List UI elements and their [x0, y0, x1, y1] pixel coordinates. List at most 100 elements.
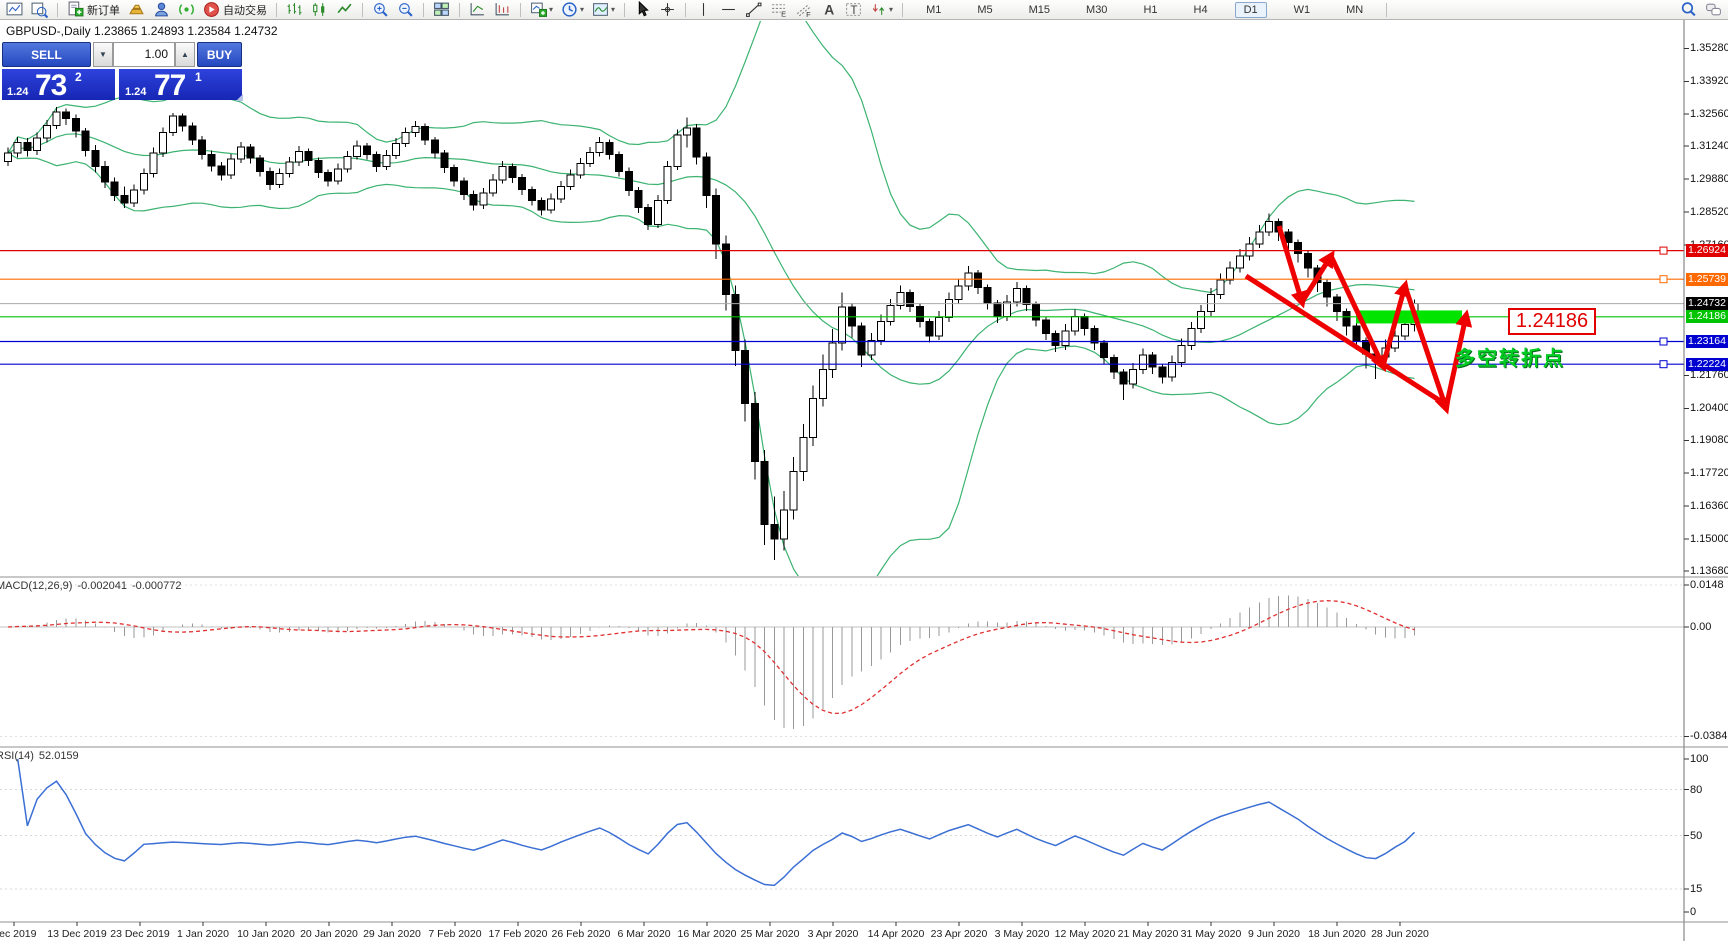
support-zone[interactable]: [1356, 310, 1462, 324]
chart-search-button[interactable]: [27, 0, 52, 20]
trendline-button[interactable]: [741, 0, 766, 20]
periods-button[interactable]: ▾: [557, 0, 588, 20]
annotation-text[interactable]: 多空转折点: [1455, 342, 1565, 371]
timeframe-m1-button[interactable]: M1: [917, 2, 950, 18]
date-label: 1 Jan 2020: [177, 928, 229, 940]
toolbar-separator: [57, 2, 58, 17]
bar-chart-button[interactable]: [282, 0, 307, 20]
price-level-label: 1.23164: [1686, 335, 1728, 348]
macd-signal-line: [7, 600, 1415, 715]
vertical-line-button[interactable]: [691, 0, 716, 20]
new-order-button[interactable]: 新订单: [63, 0, 124, 20]
navigator-icon: [495, 3, 509, 16]
templates-icon: [593, 3, 608, 16]
text-icon: A: [824, 1, 834, 17]
svg-text:T: T: [850, 4, 857, 17]
text-label-icon: T: [846, 3, 861, 17]
templates-button[interactable]: ▾: [588, 0, 619, 20]
line-handle[interactable]: [1659, 275, 1668, 284]
chat-button[interactable]: [1701, 0, 1726, 20]
chart-search-icon: [31, 2, 48, 18]
add-indicator-button[interactable]: ▾: [526, 0, 557, 20]
sell-quote-panel[interactable]: 1.24 73 2: [2, 69, 115, 100]
rsi-line: [16, 758, 1416, 887]
timeframe-m5-button[interactable]: M5: [968, 2, 1001, 18]
macd-pane[interactable]: [0, 584, 1684, 737]
crosshair-icon: [661, 3, 674, 16]
chart-canvas[interactable]: [0, 0, 1728, 941]
text-button[interactable]: A: [816, 0, 841, 20]
svg-text:A: A: [824, 1, 834, 17]
channel-button[interactable]: F: [791, 0, 816, 20]
line-chart-button[interactable]: [332, 0, 357, 20]
horizontal-line-icon: [722, 8, 735, 11]
macd-axis-label: 0.0148: [1690, 578, 1724, 591]
market-watch-icon: [155, 2, 168, 17]
chart-window-button[interactable]: [2, 0, 27, 20]
timeframe-m30-button[interactable]: M30: [1077, 2, 1116, 18]
data-window-button[interactable]: [465, 0, 490, 20]
auto-trading-button[interactable]: 自动交易: [199, 0, 271, 20]
signal-button[interactable]: [174, 0, 199, 20]
macd-indicator-label: MACD(12,26,9) -0.002041 -0.000772: [0, 580, 187, 592]
price-axis-label: 1.31240: [1690, 140, 1728, 153]
toolbar-group: [282, 0, 357, 20]
market-watch-button[interactable]: [149, 0, 174, 20]
volume-decrease-button[interactable]: ▼: [93, 42, 113, 67]
zoom-out-button[interactable]: [393, 0, 418, 20]
toolbar-separator: [459, 2, 460, 17]
trend-arrow[interactable]: [1244, 273, 1444, 405]
candles[interactable]: [4, 107, 1419, 561]
price-axis-label: 1.13680: [1690, 564, 1728, 577]
navigator-button[interactable]: [490, 0, 515, 20]
tile-windows-icon: [434, 2, 449, 16]
date-label: 10 Jan 2020: [237, 928, 295, 940]
line-handle[interactable]: [1659, 337, 1668, 346]
line-handle[interactable]: [1659, 246, 1668, 255]
timeframe-d1-button[interactable]: D1: [1234, 1, 1267, 18]
date-label: 31 May 2020: [1180, 928, 1242, 940]
candlestick-chart-button[interactable]: [307, 0, 332, 20]
date-label: 3 Apr 2020: [807, 928, 859, 940]
rsi-value: 52.0159: [38, 750, 79, 762]
zoom-out-icon: [399, 3, 413, 17]
fibonacci-button[interactable]: E: [766, 0, 791, 20]
price-axis-label: 1.16360: [1690, 500, 1728, 513]
cursor-button[interactable]: [630, 0, 655, 20]
arrows-button[interactable]: ▾: [866, 0, 897, 20]
price-callout-box[interactable]: 1.24186: [1508, 308, 1596, 335]
panel-resize-grip[interactable]: [236, 94, 243, 101]
sell-button[interactable]: SELL: [2, 42, 91, 67]
text-label-button[interactable]: T: [841, 0, 866, 20]
line-handle[interactable]: [1659, 360, 1668, 369]
zoom-in-button[interactable]: [368, 0, 393, 20]
buy-button[interactable]: BUY: [197, 42, 242, 67]
toolbar-corner: [1676, 0, 1726, 20]
toolbar-separator: [276, 2, 277, 17]
volume-input[interactable]: 1.00: [113, 42, 175, 67]
rsi-pane[interactable]: [0, 758, 1684, 890]
volume-increase-button[interactable]: ▲: [175, 42, 195, 67]
gold-bars-button[interactable]: [124, 0, 149, 20]
tile-windows-button[interactable]: [429, 0, 454, 20]
toolbar-separator: [362, 2, 363, 17]
bar-chart-icon: [287, 3, 302, 15]
price-level-label: 1.26924: [1686, 244, 1728, 258]
timeframe-m15-button[interactable]: M15: [1020, 2, 1059, 18]
search-button[interactable]: [1676, 0, 1701, 20]
toolbar-separator: [1386, 2, 1388, 17]
toolbar-group: [2, 0, 52, 20]
timeframe-w1-button[interactable]: W1: [1285, 2, 1320, 18]
timeframe-h4-button[interactable]: H4: [1185, 2, 1217, 18]
toolbar-separator: [423, 2, 424, 17]
toolbar-group: [429, 0, 454, 20]
date-label: 23 Apr 2020: [930, 928, 988, 940]
timeframe-h1-button[interactable]: H1: [1134, 2, 1166, 18]
date-label: 25 Mar 2020: [740, 928, 800, 940]
date-label: 28 Jun 2020: [1371, 928, 1429, 940]
date-label: 12 May 2020: [1054, 928, 1116, 940]
buy-quote-panel[interactable]: 1.24 77 1: [119, 69, 242, 100]
timeframe-mn-button[interactable]: MN: [1337, 2, 1372, 18]
crosshair-button[interactable]: [655, 0, 680, 20]
horizontal-line-button[interactable]: [716, 0, 741, 20]
